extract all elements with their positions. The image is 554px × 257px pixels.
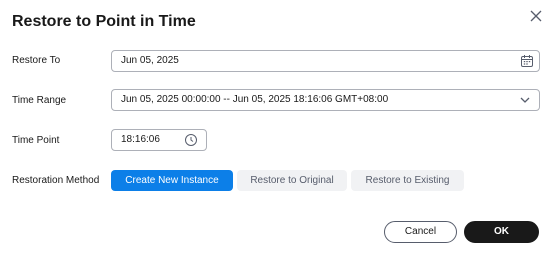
restore-to-date-picker[interactable]: Jun 05, 2025 [111,50,540,72]
calendar-icon[interactable] [520,54,534,68]
cancel-button[interactable]: Cancel [384,221,457,243]
time-point-value: 18:16:06 [121,134,160,145]
clock-icon[interactable] [184,133,198,147]
chevron-down-icon[interactable] [518,93,532,107]
time-range-select[interactable]: Jun 05, 2025 00:00:00 -- Jun 05, 2025 18… [111,89,540,111]
create-new-instance-option[interactable]: Create New Instance [111,170,233,191]
time-range-label: Time Range [12,95,67,106]
restore-to-existing-option[interactable]: Restore to Existing [351,170,464,191]
restore-to-value: Jun 05, 2025 [121,55,179,66]
time-range-value: Jun 05, 2025 00:00:00 -- Jun 05, 2025 18… [121,94,389,105]
restore-dialog: Restore to Point in Time Restore To Jun … [0,0,554,257]
restore-to-label: Restore To [12,55,61,66]
time-point-picker[interactable]: 18:16:06 [111,129,207,151]
restoration-method-label: Restoration Method [12,175,100,186]
dialog-title: Restore to Point in Time [12,13,196,30]
restore-to-original-option[interactable]: Restore to Original [237,170,347,191]
close-icon[interactable] [528,8,544,24]
ok-button[interactable]: OK [464,221,539,243]
time-point-label: Time Point [12,135,60,146]
